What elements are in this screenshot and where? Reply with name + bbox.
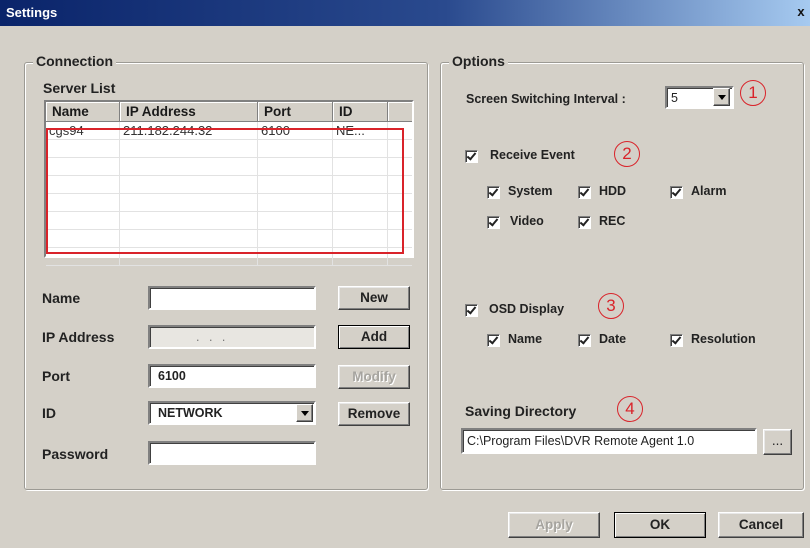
ip-address-input[interactable]: . . . <box>148 325 316 349</box>
rec-label: REC <box>599 214 626 228</box>
osd-date-label: Date <box>599 332 627 346</box>
video-checkbox[interactable] <box>487 216 500 229</box>
column-header-filler <box>388 102 412 122</box>
screen-switching-interval-label: Screen Switching Interval : <box>466 92 626 106</box>
close-icon[interactable]: x <box>794 4 808 20</box>
options-group-label: Options <box>449 53 508 69</box>
annotation-marker-3: 3 <box>598 293 624 319</box>
column-header-ip-address[interactable]: IP Address <box>120 102 258 122</box>
remove-button[interactable]: Remove <box>338 402 410 426</box>
id-label: ID <box>42 405 56 421</box>
osd-display-checkbox[interactable] <box>465 304 478 317</box>
system-label: System <box>508 184 553 198</box>
osd-resolution-label: Resolution <box>691 332 756 346</box>
table-header: Name IP Address Port ID <box>46 102 412 122</box>
alarm-checkbox[interactable] <box>670 186 683 199</box>
osd-display-label: OSD Display <box>489 302 565 316</box>
port-input[interactable]: 6100 <box>148 364 316 388</box>
options-group: Options <box>440 53 804 490</box>
password-label: Password <box>42 446 109 462</box>
add-button[interactable]: Add <box>338 325 410 349</box>
saving-directory-input[interactable]: C:\Program Files\DVR Remote Agent 1.0 <box>461 428 757 454</box>
server-list-label: Server List <box>43 80 116 96</box>
ok-button[interactable]: OK <box>614 512 706 538</box>
annotation-marker-4: 4 <box>617 396 643 422</box>
receive-event-checkbox[interactable] <box>465 150 478 163</box>
title-bar: Settings x <box>0 0 810 26</box>
osd-resolution-checkbox[interactable] <box>670 334 683 347</box>
column-header-id[interactable]: ID <box>333 102 388 122</box>
rec-checkbox[interactable] <box>578 216 591 229</box>
browse-button[interactable]: ... <box>763 429 792 455</box>
column-header-name[interactable]: Name <box>46 102 120 122</box>
name-input[interactable] <box>148 286 316 310</box>
alarm-label: Alarm <box>691 184 727 198</box>
name-label: Name <box>42 290 81 306</box>
interval-dropdown-arrow-icon[interactable] <box>713 88 730 106</box>
receive-event-label: Receive Event <box>490 148 575 162</box>
hdd-checkbox[interactable] <box>578 186 591 199</box>
osd-date-checkbox[interactable] <box>578 334 591 347</box>
hdd-label: HDD <box>599 184 627 198</box>
cancel-button[interactable]: Cancel <box>718 512 804 538</box>
id-select[interactable]: NETWORK <box>148 401 316 425</box>
apply-button[interactable]: Apply <box>508 512 600 538</box>
osd-name-checkbox[interactable] <box>487 334 500 347</box>
annotation-marker-2: 2 <box>614 141 640 167</box>
window-title: Settings <box>6 5 58 20</box>
port-label: Port <box>42 368 70 384</box>
ip-address-label: IP Address <box>42 329 115 345</box>
modify-button[interactable]: Modify <box>338 365 410 389</box>
server-list-highlight-box <box>46 128 404 254</box>
saving-directory-label: Saving Directory <box>465 403 577 419</box>
column-header-port[interactable]: Port <box>258 102 333 122</box>
connection-group-label: Connection <box>33 53 116 69</box>
new-button[interactable]: New <box>338 286 410 310</box>
osd-name-label: Name <box>508 332 543 346</box>
system-checkbox[interactable] <box>487 186 500 199</box>
password-input[interactable] <box>148 441 316 465</box>
video-label: Video <box>510 214 544 228</box>
id-dropdown-arrow-icon[interactable] <box>296 404 313 422</box>
annotation-marker-1: 1 <box>740 80 766 106</box>
